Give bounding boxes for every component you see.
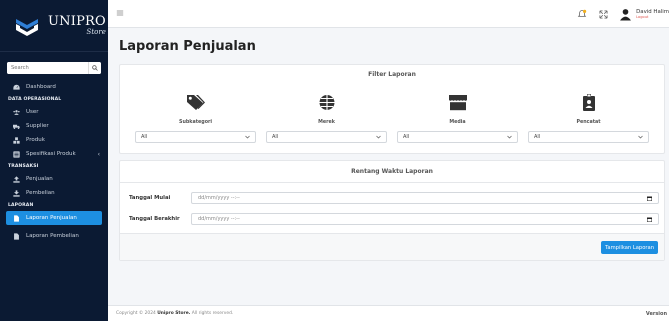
users-icon [13, 109, 20, 115]
sidebar-item-label: Dashboard [26, 84, 56, 90]
sidebar-item-label: Laporan Penjualan [26, 215, 77, 221]
sidebar: UNIPRO Store Dashboard DATA OPERASIONAL … [0, 0, 108, 321]
footer: Copyright © 2024 Unipro Store. All right… [108, 305, 669, 321]
expand-icon [599, 9, 608, 19]
chevron-down-icon [507, 135, 512, 139]
version-label: Version [645, 310, 667, 317]
notification-button[interactable] [577, 9, 587, 19]
bell-icon [577, 9, 587, 17]
download-icon [13, 189, 20, 197]
sidebar-section-operasional: DATA OPERASIONAL [8, 97, 62, 102]
show-report-button[interactable]: Tampilkan Laporan [601, 241, 658, 254]
search-input[interactable] [7, 62, 88, 74]
chevron-down-icon [638, 135, 643, 139]
logout-link[interactable]: Logout [636, 15, 669, 19]
filter-merek: Merek All [261, 92, 392, 143]
date-range-card: Rentang Waktu Laporan Tanggal Mulai dd/m… [119, 160, 665, 261]
sidebar-nav: Dashboard DATA OPERASIONAL User Supplier… [0, 80, 108, 243]
search-icon [92, 65, 98, 71]
filter-label: Media [449, 120, 466, 125]
page-title: Laporan Penjualan [119, 39, 256, 54]
truck-icon [13, 124, 20, 129]
hamburger-icon[interactable] [116, 9, 124, 17]
chevron-down-icon [245, 135, 250, 139]
boxes-icon [13, 136, 20, 144]
dashboard-icon [13, 84, 20, 90]
brand-name: UNIPRO [48, 14, 106, 29]
chevron-left-icon: ‹ [97, 150, 100, 158]
sidebar-section-transaksi: TRANSAKSI [8, 164, 39, 169]
file-icon [14, 214, 19, 222]
sidebar-item-produk[interactable]: Produk [0, 133, 108, 147]
calendar-icon[interactable] [647, 217, 652, 222]
sidebar-item-label: User [26, 109, 39, 115]
start-date-label: Tanggal Mulai [129, 195, 171, 201]
copyright-prefix: Copyright © 2024 [116, 311, 156, 316]
copyright-brand[interactable]: Unipro Store. [157, 311, 190, 316]
sidebar-item-laporan-pembelian[interactable]: Laporan Pembelian [0, 229, 108, 243]
date-card-footer: Tampilkan Laporan [120, 233, 664, 260]
file-icon [14, 232, 19, 240]
globe-icon [319, 94, 334, 110]
start-date-input[interactable]: dd/mm/yyyy --:-- [191, 192, 659, 204]
select-value: All [141, 134, 148, 140]
logo-icon [16, 18, 38, 36]
sidebar-item-label: Spesifikasi Produk [26, 151, 76, 157]
sidebar-item-supplier[interactable]: Supplier [0, 119, 108, 133]
filter-card-title: Filter Laporan [368, 71, 416, 78]
upload-icon [13, 175, 20, 183]
filter-label: Pencatat [576, 120, 601, 125]
fullscreen-button[interactable] [598, 9, 608, 19]
sidebar-section-laporan: LAPORAN [8, 203, 34, 208]
sidebar-item-laporan-penjualan[interactable]: Laporan Penjualan [6, 211, 102, 225]
user-menu[interactable]: David Halim Logout [619, 8, 669, 21]
subkategori-select[interactable]: All [135, 131, 256, 143]
filter-label: Subkategori [178, 120, 213, 125]
sidebar-item-label: Penjualan [26, 176, 53, 182]
date-placeholder: dd/mm/yyyy --:-- [198, 195, 240, 201]
brand-sub: Store [86, 28, 106, 36]
sidebar-item-spesifikasi[interactable]: Spesifikasi Produk ‹ [0, 147, 108, 161]
brand[interactable]: UNIPRO Store [0, 0, 108, 52]
sidebar-search [7, 62, 101, 74]
copyright-suffix: All rights reserved. [191, 311, 234, 316]
sidebar-item-penjualan[interactable]: Penjualan [0, 172, 108, 186]
filter-label: Merek [318, 120, 335, 125]
sidebar-item-pembelian[interactable]: Pembelian [0, 186, 108, 200]
topbar: David Halim Logout [108, 0, 669, 28]
select-value: All [272, 134, 279, 140]
filter-card: Filter Laporan Subkategori All Merek All… [119, 64, 665, 154]
chevron-down-icon [376, 135, 381, 139]
id-badge-icon [582, 93, 595, 111]
date-placeholder: dd/mm/yyyy --:-- [198, 216, 240, 222]
filter-subkategori: Subkategori All [130, 92, 261, 143]
start-date-row: Tanggal Mulai dd/mm/yyyy --:-- [129, 192, 659, 204]
sidebar-item-label: Laporan Pembelian [26, 233, 79, 239]
list-icon [13, 150, 20, 158]
search-button[interactable] [88, 62, 101, 74]
sidebar-item-dashboard[interactable]: Dashboard [0, 80, 108, 94]
filter-media: Media All [392, 92, 523, 143]
pencatat-select[interactable]: All [528, 131, 649, 143]
select-value: All [534, 134, 541, 140]
end-date-row: Tanggal Berakhir dd/mm/yyyy --:-- [129, 213, 659, 225]
select-value: All [403, 134, 410, 140]
end-date-label: Tanggal Berakhir [129, 216, 180, 222]
sidebar-item-label: Supplier [26, 123, 49, 129]
user-avatar-icon [620, 8, 632, 20]
sidebar-item-label: Produk [26, 137, 45, 143]
sidebar-item-label: Pembelian [26, 190, 55, 196]
tags-icon [186, 94, 205, 110]
media-select[interactable]: All [397, 131, 518, 143]
filter-pencatat: Pencatat All [523, 92, 654, 143]
sidebar-item-user[interactable]: User [0, 105, 108, 119]
store-icon [448, 94, 467, 110]
calendar-icon[interactable] [647, 196, 652, 201]
merek-select[interactable]: All [266, 131, 387, 143]
end-date-input[interactable]: dd/mm/yyyy --:-- [191, 213, 659, 225]
date-card-title: Rentang Waktu Laporan [351, 168, 433, 175]
